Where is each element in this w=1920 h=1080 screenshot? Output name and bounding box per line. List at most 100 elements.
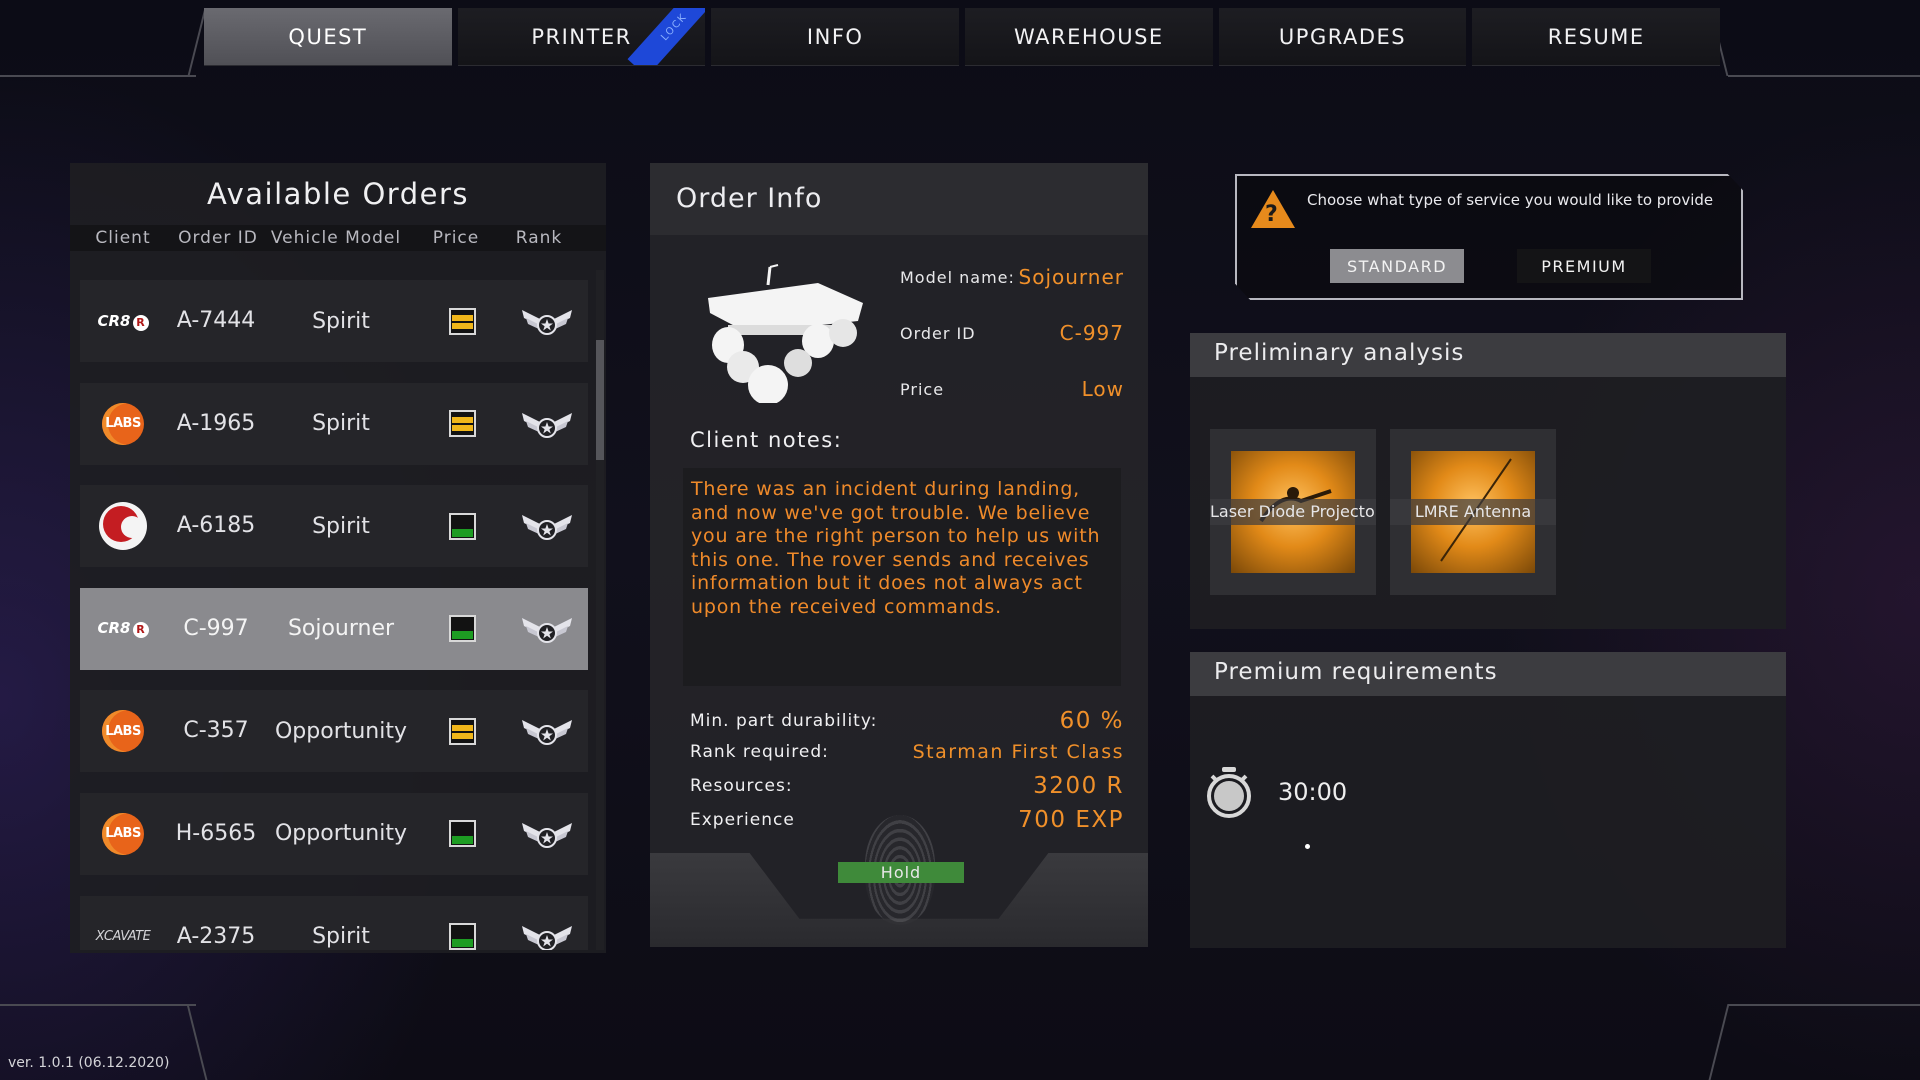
order-id: A-6185 bbox=[176, 513, 256, 539]
vehicle-model: Opportunity bbox=[274, 718, 408, 744]
client-logo: LABS bbox=[80, 402, 166, 445]
vehicle-model: Spirit bbox=[312, 308, 370, 334]
client-logo: CR8 R bbox=[80, 312, 166, 331]
experience-value: 700 EXP bbox=[1018, 807, 1124, 833]
model-name-value: Sojourner bbox=[1018, 265, 1124, 289]
model-name-row: Model name: Sojourner bbox=[900, 265, 1124, 289]
orders-list: CR8 R A-7444 Spirit LABS A-1965 Spirit A-6185 Sp… bbox=[80, 280, 588, 950]
rank-wings-icon bbox=[522, 720, 572, 746]
tab-warehouse[interactable]: WAREHOUSE bbox=[965, 8, 1213, 66]
premium-title: Premium requirements bbox=[1190, 652, 1786, 696]
resources-label: Resources: bbox=[690, 776, 793, 796]
order-row[interactable]: LABS C-357 Opportunity bbox=[80, 690, 588, 773]
analysis-title: Preliminary analysis bbox=[1190, 333, 1786, 377]
client-logo bbox=[80, 502, 166, 551]
labs-logo-icon: LABS bbox=[102, 710, 144, 753]
resources-row: Resources: 3200 R bbox=[690, 773, 1124, 799]
price-indicator bbox=[416, 307, 508, 335]
part-card-laser-diode-projector[interactable]: Laser Diode Projector bbox=[1210, 429, 1376, 595]
tab-printer-ribbon: LOCK bbox=[627, 8, 706, 65]
part-card-lmre-antenna[interactable]: LMRE Antenna bbox=[1390, 429, 1556, 595]
price-indicator bbox=[416, 512, 508, 540]
frame-line-bottom-left bbox=[0, 1004, 196, 1006]
tab-info[interactable]: INFO bbox=[711, 8, 960, 66]
order-row[interactable]: LABS A-1965 Spirit bbox=[80, 382, 588, 465]
order-row[interactable]: CR8 R A-7444 Spirit bbox=[80, 280, 588, 362]
order-id: C-997 bbox=[183, 615, 249, 641]
labs-logo-icon: LABS bbox=[102, 402, 144, 445]
orders-scrollbar[interactable] bbox=[596, 270, 604, 950]
stopwatch-icon bbox=[1207, 767, 1251, 818]
tab-warehouse-label: WAREHOUSE bbox=[1014, 24, 1164, 49]
client-logo: LABS bbox=[80, 710, 166, 753]
vehicle-model: Opportunity bbox=[274, 821, 408, 847]
rank-badge bbox=[508, 304, 586, 338]
orders-scroll-thumb[interactable] bbox=[596, 340, 604, 460]
rank-wings-icon bbox=[522, 412, 572, 438]
price-indicator bbox=[416, 717, 508, 745]
tab-printer-ribbon-text: LOCK bbox=[659, 11, 690, 43]
durability-label: Min. part durability: bbox=[690, 711, 878, 731]
frame-line-bottom-right bbox=[1728, 1004, 1920, 1006]
rank-wings-icon bbox=[522, 617, 572, 643]
tab-printer[interactable]: PRINTER LOCK bbox=[457, 8, 706, 66]
experience-label: Experience bbox=[690, 810, 795, 830]
order-id-label: Order ID bbox=[900, 323, 976, 343]
standard-button[interactable]: STANDARD bbox=[1330, 249, 1464, 283]
available-orders-panel: Available Orders Client Order ID Vehicle… bbox=[70, 163, 606, 953]
order-row[interactable]: CR8 R C-997 Sojourner bbox=[80, 587, 588, 670]
preliminary-analysis-panel: Preliminary analysis Laser Diode Project… bbox=[1190, 333, 1786, 629]
resources-value: 3200 R bbox=[1033, 773, 1124, 799]
price-indicator bbox=[416, 615, 508, 643]
rank-wings-icon bbox=[522, 822, 572, 848]
price-level-icon bbox=[448, 923, 476, 950]
col-rank: Rank bbox=[515, 228, 563, 248]
price-indicator bbox=[416, 410, 508, 438]
price-indicator bbox=[416, 820, 508, 848]
orders-title: Available Orders bbox=[206, 177, 469, 211]
order-id: H-6565 bbox=[175, 820, 257, 846]
service-chooser: ? Choose what type of service you would … bbox=[1235, 174, 1743, 300]
xcavate-logo-icon: XCAVATE bbox=[95, 929, 151, 945]
rank-badge bbox=[508, 920, 586, 950]
rank-wings-icon bbox=[522, 310, 572, 335]
order-id: A-2375 bbox=[176, 923, 256, 949]
frame-line-top-left bbox=[0, 75, 196, 77]
col-vehicle-model: Vehicle Model bbox=[270, 228, 402, 248]
rank-row: Rank required: Starman First Class bbox=[690, 741, 1124, 763]
price-indicator bbox=[416, 923, 508, 950]
red-circle-logo-icon bbox=[99, 502, 147, 551]
tab-upgrades[interactable]: UPGRADES bbox=[1218, 8, 1467, 66]
tab-quest[interactable]: QUEST bbox=[204, 8, 452, 66]
part-label: Laser Diode Projector bbox=[1210, 499, 1376, 525]
tab-printer-label: PRINTER bbox=[531, 24, 632, 49]
rank-badge bbox=[508, 612, 586, 646]
tab-quest-label: QUEST bbox=[288, 24, 368, 49]
vehicle-model: Sojourner bbox=[287, 616, 395, 642]
vehicle-model: Spirit bbox=[312, 513, 370, 539]
order-info-panel: Order Info Model name: Sojourner Order I… bbox=[650, 163, 1148, 947]
rank-badge bbox=[508, 509, 586, 543]
order-id-value: C-997 bbox=[1059, 321, 1124, 345]
rank-wings-icon bbox=[522, 925, 572, 950]
order-row[interactable]: XCAVATE A-2375 Spirit bbox=[80, 895, 588, 950]
rover-icon bbox=[708, 264, 863, 403]
order-row[interactable]: A-6185 Spirit bbox=[80, 485, 588, 568]
hold-button[interactable]: Hold bbox=[838, 862, 964, 883]
order-id: A-1965 bbox=[176, 410, 256, 436]
col-client: Client bbox=[95, 228, 151, 248]
price-level-icon bbox=[448, 512, 476, 540]
order-row[interactable]: LABS H-6565 Opportunity bbox=[80, 792, 588, 875]
premium-requirements-panel: Premium requirements 30:00 bbox=[1190, 652, 1786, 948]
timer-value: 30:00 bbox=[1278, 778, 1348, 806]
client-notes-text: There was an incident during landing, an… bbox=[683, 468, 1121, 686]
tab-resume[interactable]: RESUME bbox=[1472, 8, 1721, 66]
service-prompt: Choose what type of service you would li… bbox=[1307, 191, 1714, 209]
rank-badge bbox=[508, 714, 586, 748]
orders-header: Client Order ID Vehicle Model Price Rank bbox=[70, 225, 606, 251]
warning-icon-glyph: ? bbox=[1265, 202, 1278, 227]
frame-line-top-right bbox=[1728, 75, 1920, 77]
durability-value: 60 % bbox=[1059, 708, 1124, 734]
rank-label: Rank required: bbox=[690, 742, 829, 762]
premium-button[interactable]: PREMIUM bbox=[1517, 249, 1651, 283]
